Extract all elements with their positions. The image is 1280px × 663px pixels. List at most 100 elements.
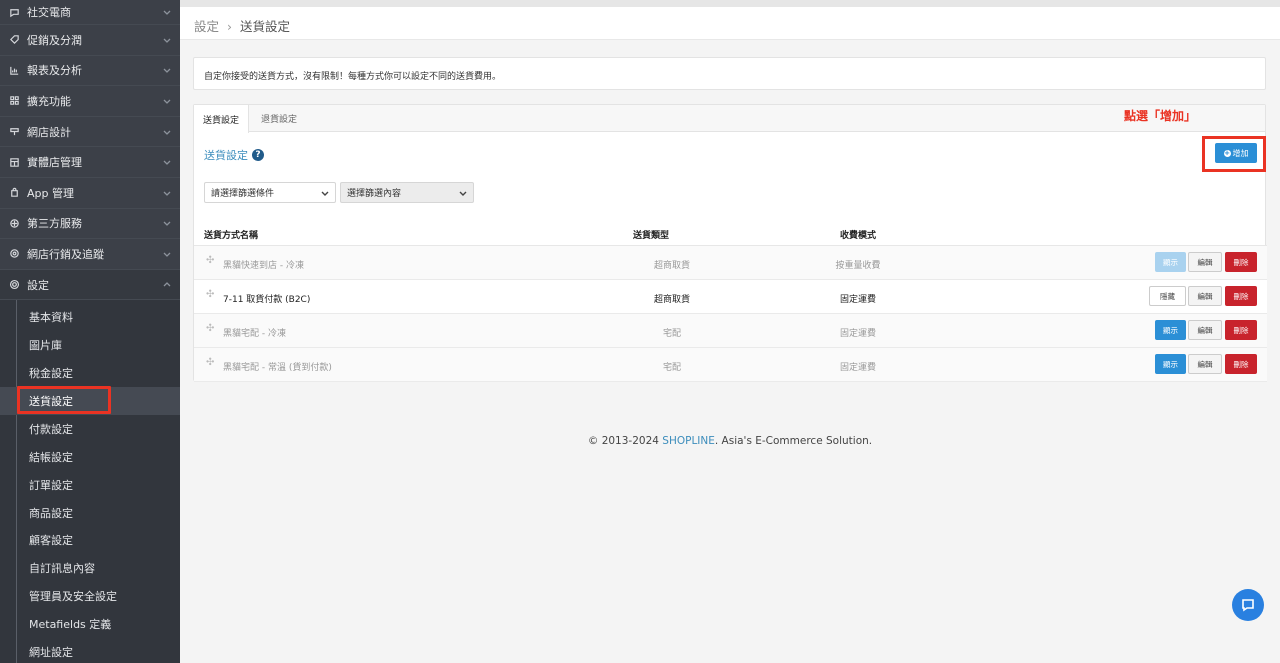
gear-icon <box>8 279 20 291</box>
delete-button[interactable]: 刪除 <box>1225 354 1257 374</box>
chevron-down-icon <box>162 157 172 167</box>
chevron-down-icon <box>162 35 172 45</box>
chevron-down-icon <box>162 7 172 17</box>
row-name: 7-11 取貨付款 (B2C) <box>223 295 311 305</box>
sidebar-item-extensions[interactable]: 擴充功能 <box>0 86 180 117</box>
submenu-item-basic-info[interactable]: 基本資料 <box>0 303 180 331</box>
brush-icon <box>8 126 20 138</box>
sidebar-item-retail[interactable]: 實體店管理 <box>0 147 180 178</box>
show-button[interactable]: 顯示 <box>1155 320 1186 340</box>
drag-handle-icon[interactable]: ✣ <box>206 357 214 368</box>
section-title: 送貨設定 ? <box>204 147 264 163</box>
submenu-item-url[interactable]: 網址設定 <box>0 638 180 663</box>
sidebar-item-label: 社交電商 <box>27 6 71 19</box>
tag-icon <box>8 34 20 46</box>
hide-button[interactable]: 隱藏 <box>1149 286 1186 306</box>
edit-button[interactable]: 編輯 <box>1188 320 1222 340</box>
sidebar-item-settings[interactable]: 設定 <box>0 269 180 301</box>
settings-submenu: 基本資料 圖片庫 稅金設定 送貨設定 付款設定 結帳設定 訂單設定 商品設定 顧… <box>0 300 180 663</box>
chevron-up-icon <box>162 280 172 290</box>
drag-handle-icon[interactable]: ✣ <box>206 289 214 300</box>
chart-icon <box>8 64 20 76</box>
submenu-item-payment[interactable]: 付款設定 <box>0 415 180 443</box>
show-button[interactable]: 顯示 <box>1155 252 1186 272</box>
sidebar-item-app[interactable]: App 管理 <box>0 178 180 209</box>
highlight-box-delivery <box>17 386 111 414</box>
section-title-text: 送貨設定 <box>204 149 248 162</box>
edit-button[interactable]: 編輯 <box>1188 252 1222 272</box>
highlight-box-add <box>1202 136 1266 172</box>
sidebar-item-label: 網店行銷及追蹤 <box>27 247 104 261</box>
filter-content-select[interactable]: 選擇篩選內容 <box>340 182 474 203</box>
chevron-down-icon <box>162 96 172 106</box>
sidebar-item-label: 報表及分析 <box>27 64 82 78</box>
chat-bubble-icon <box>1242 599 1254 612</box>
sidebar-item-label: App 管理 <box>27 186 74 200</box>
main-content: 設定 › 送貨設定 自定你接受的送貨方式，沒有限制！每種方式你可以設定不同的送貨… <box>180 0 1280 663</box>
chevron-down-icon <box>162 127 172 137</box>
submenu-item-image-library[interactable]: 圖片庫 <box>0 331 180 359</box>
chat-launcher-button[interactable] <box>1232 589 1264 621</box>
puzzle-icon <box>8 217 20 229</box>
target-icon <box>8 248 20 260</box>
submenu-item-admin-security[interactable]: 管理員及安全設定 <box>0 582 180 610</box>
delete-button[interactable]: 刪除 <box>1225 320 1257 340</box>
submenu-item-checkout[interactable]: 結帳設定 <box>0 443 180 471</box>
delete-button[interactable]: 刪除 <box>1225 252 1257 272</box>
footer-brand-link[interactable]: SHOPLINE <box>662 435 715 447</box>
delete-button[interactable]: 刪除 <box>1225 286 1257 306</box>
breadcrumb: 設定 › 送貨設定 <box>194 16 290 35</box>
instruction-annotation: 點選「增加」 <box>1124 109 1197 123</box>
help-icon[interactable]: ? <box>252 149 264 161</box>
delivery-settings-panel: 送貨設定 退貨設定 點選「增加」 送貨設定 ? + 增加 請選擇篩選條件 選擇篩… <box>193 104 1267 382</box>
sidebar-item-label: 第三方服務 <box>27 217 82 231</box>
breadcrumb-parent[interactable]: 設定 <box>194 19 219 34</box>
chevron-down-icon <box>162 218 172 228</box>
column-header-fee: 收費模式 <box>840 231 877 241</box>
table-row: ✣ 黑貓快速到店 - 冷凍 超商取貨 按重量收費 顯示 編輯 刪除 <box>194 246 1267 280</box>
row-type: 宅配 <box>662 363 681 373</box>
sidebar-item-label: 設定 <box>27 278 49 292</box>
submenu-item-metafields[interactable]: Metafields 定義 <box>0 610 180 638</box>
store-icon <box>8 156 20 168</box>
grid-icon <box>8 95 20 107</box>
sidebar-item-promotions[interactable]: 促銷及分潤 <box>0 25 180 56</box>
sidebar-item-social[interactable]: 社交電商 <box>0 0 180 25</box>
sidebar-item-third-party[interactable]: 第三方服務 <box>0 209 180 240</box>
table-header: 送貨方式名稱 送貨類型 收費模式 <box>194 224 1267 246</box>
table-row: ✣ 黑貓宅配 - 常溫 (貨到付款) 宅配 固定運費 顯示 編輯 刪除 <box>194 348 1267 382</box>
submenu-item-custom-message[interactable]: 自訂訊息內容 <box>0 554 180 582</box>
row-type: 宅配 <box>662 329 681 339</box>
sidebar-item-design[interactable]: 網店設計 <box>0 117 180 148</box>
sidebar-item-marketing[interactable]: 網店行銷及追蹤 <box>0 239 180 270</box>
chevron-down-icon <box>162 188 172 198</box>
row-fee: 固定運費 <box>839 363 876 373</box>
drag-handle-icon[interactable]: ✣ <box>206 323 214 334</box>
chevron-down-icon <box>321 189 329 197</box>
edit-button[interactable]: 編輯 <box>1188 354 1222 374</box>
row-fee: 固定運費 <box>839 329 876 339</box>
row-name: 黑貓快速到店 - 冷凍 <box>223 261 304 271</box>
tab-return-settings[interactable]: 退貨設定 <box>252 105 306 132</box>
submenu-item-product[interactable]: 商品設定 <box>0 499 180 527</box>
drag-handle-icon[interactable]: ✣ <box>206 255 214 266</box>
footer-suffix: . Asia's E-Commerce Solution. <box>714 435 873 447</box>
row-type: 超商取貨 <box>653 295 690 305</box>
submenu-item-tax[interactable]: 稅金設定 <box>0 359 180 387</box>
show-button[interactable]: 顯示 <box>1155 354 1186 374</box>
table-row: ✣ 7-11 取貨付款 (B2C) 超商取貨 固定運費 隱藏 編輯 刪除 <box>194 280 1267 314</box>
submenu-item-customer[interactable]: 顧客設定 <box>0 526 180 554</box>
chevron-down-icon <box>459 189 467 197</box>
edit-button[interactable]: 編輯 <box>1188 286 1222 306</box>
submenu-item-order[interactable]: 訂單設定 <box>0 471 180 499</box>
sidebar: 社交電商 促銷及分潤 報表及分析 擴充功能 網店設計 實體店管理 App 管理 … <box>0 0 180 663</box>
row-name: 黑貓宅配 - 冷凍 <box>223 329 286 339</box>
header-bar: 設定 › 送貨設定 <box>180 0 1280 40</box>
sidebar-item-label: 實體店管理 <box>27 156 82 170</box>
sidebar-item-label: 網店設計 <box>27 125 71 139</box>
column-header-name: 送貨方式名稱 <box>204 231 259 241</box>
footer: © 2013-2024 SHOPLINE. Asia's E-Commerce … <box>180 435 1280 447</box>
filter-condition-select[interactable]: 請選擇篩選條件 <box>204 182 336 203</box>
tab-delivery-settings[interactable]: 送貨設定 <box>194 105 250 133</box>
sidebar-item-reports[interactable]: 報表及分析 <box>0 56 180 87</box>
